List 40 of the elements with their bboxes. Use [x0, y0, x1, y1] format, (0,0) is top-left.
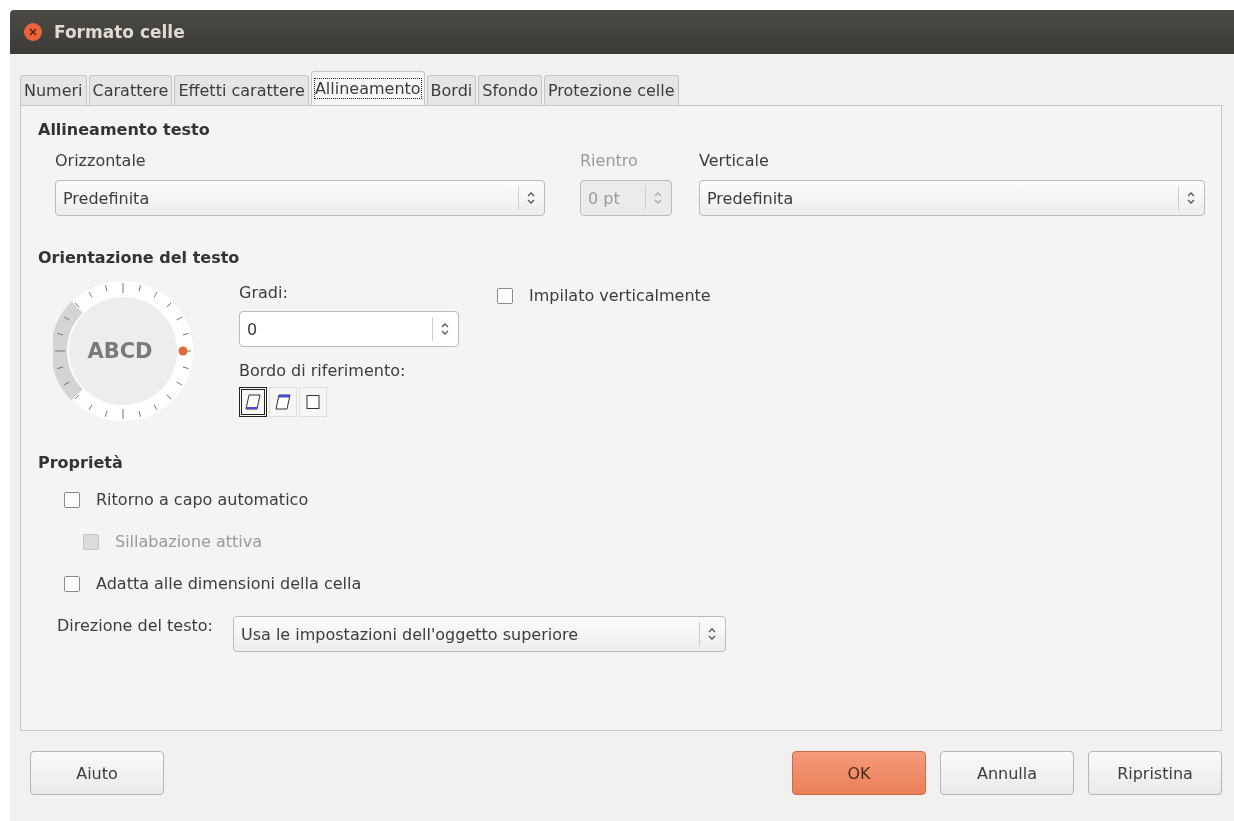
updown-icon: [441, 322, 449, 336]
field-label: Gradi:: [239, 283, 288, 302]
checkbox[interactable]: Ritorno a capo automatico: [64, 490, 309, 509]
updown-icon: [654, 191, 662, 205]
spin-field[interactable]: 0: [239, 311, 459, 347]
checkbox[interactable]: Adatta alle dimensioni della cella: [64, 574, 362, 593]
updown-icon: [1187, 191, 1195, 205]
window-title: Formato celle: [54, 22, 185, 42]
rotation-dial[interactable]: ABCD: [53, 281, 193, 421]
tab[interactable]: Effetti carattere: [174, 75, 309, 105]
dropdown[interactable]: Predefinita: [699, 180, 1205, 216]
parallelogram-icon: [274, 393, 292, 411]
field-label: Bordo di riferimento:: [239, 361, 406, 380]
dropdown[interactable]: Usa le impostazioni dell'oggetto superiore: [233, 616, 726, 652]
tab[interactable]: Protezione celle: [543, 75, 679, 105]
tab[interactable]: Bordi: [426, 75, 477, 105]
dialog-button[interactable]: Annulla: [940, 751, 1074, 795]
cell-edge-button[interactable]: [299, 387, 327, 417]
dialog-button[interactable]: Aiuto: [30, 751, 164, 795]
dialog-button[interactable]: Ripristina: [1088, 751, 1222, 795]
updown-icon: [708, 627, 716, 641]
tab[interactable]: Numeri: [20, 75, 87, 105]
section-title: Proprietà: [38, 453, 123, 472]
field-label: Verticale: [699, 151, 769, 170]
square-icon: [304, 393, 322, 411]
field-label: Orizzontale: [55, 151, 146, 170]
section-title: Orientazione del testo: [38, 248, 240, 267]
reference-edge-button[interactable]: [239, 387, 267, 417]
checkbox[interactable]: Impilato verticalmente: [497, 286, 711, 305]
close-icon[interactable]: [24, 23, 42, 41]
tab[interactable]: Allineamento: [310, 71, 425, 105]
field-label: Direzione del testo:: [57, 616, 213, 635]
section-title: Allineamento testo: [38, 120, 210, 139]
parallelogram-icon: [244, 393, 262, 411]
dialog-button[interactable]: OK: [792, 751, 926, 795]
updown-icon: [527, 191, 535, 205]
tab[interactable]: Carattere: [88, 75, 173, 105]
field-label: Rientro: [580, 151, 638, 170]
dropdown[interactable]: Predefinita: [55, 180, 545, 216]
tab[interactable]: Sfondo: [478, 75, 542, 105]
